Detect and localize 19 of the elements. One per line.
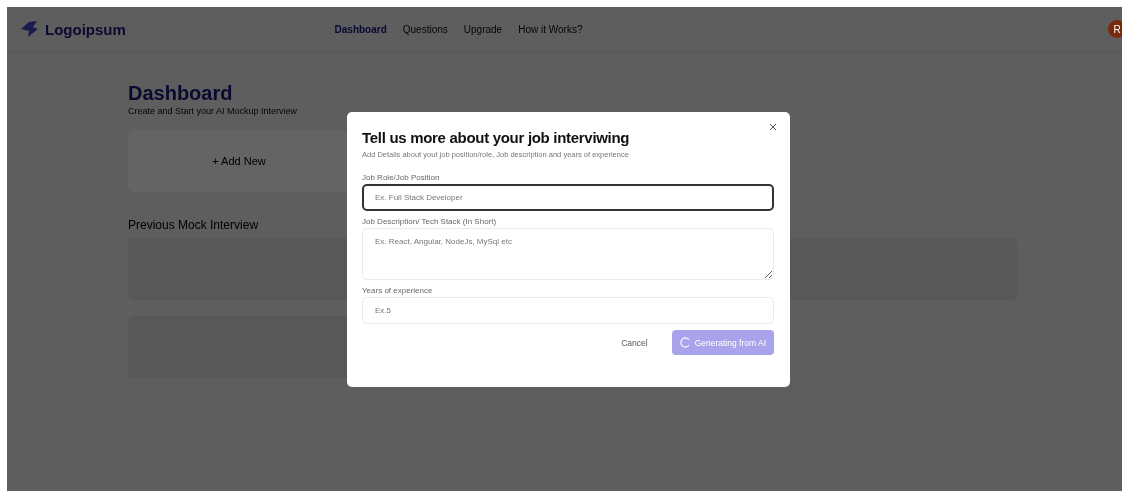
field-label: Years of experience: [362, 286, 434, 295]
nav-link[interactable]: Upgrade: [463, 23, 503, 35]
logo-text: Logoipsum: [45, 20, 126, 38]
input-field[interactable]: Ex. Full Stack Developer: [362, 184, 774, 211]
field-label: Job Description/ Tech Stack (In Short): [362, 217, 498, 226]
field-label: Job Role/Job Position: [362, 173, 441, 182]
section-title: Previous Mock Interview: [128, 218, 259, 232]
user-avatar[interactable]: R: [1108, 20, 1122, 38]
nav-link[interactable]: Dashboard: [334, 23, 387, 35]
generate-button[interactable]: Generating from AI: [671, 330, 774, 355]
cancel-button[interactable]: Cancel: [619, 331, 650, 354]
page-title: Dashboard: [128, 82, 234, 105]
add-new-card[interactable]: + Add New: [128, 130, 350, 192]
spinner-icon: [679, 337, 691, 348]
nav-link[interactable]: Questions: [402, 23, 448, 35]
page-subtitle: Create and Start your AI Mockup Interview: [128, 106, 299, 116]
close-icon[interactable]: [768, 122, 778, 132]
nav-link[interactable]: How it Works?: [518, 23, 583, 35]
dialog-title: Tell us more about your job interviwing: [362, 129, 631, 146]
